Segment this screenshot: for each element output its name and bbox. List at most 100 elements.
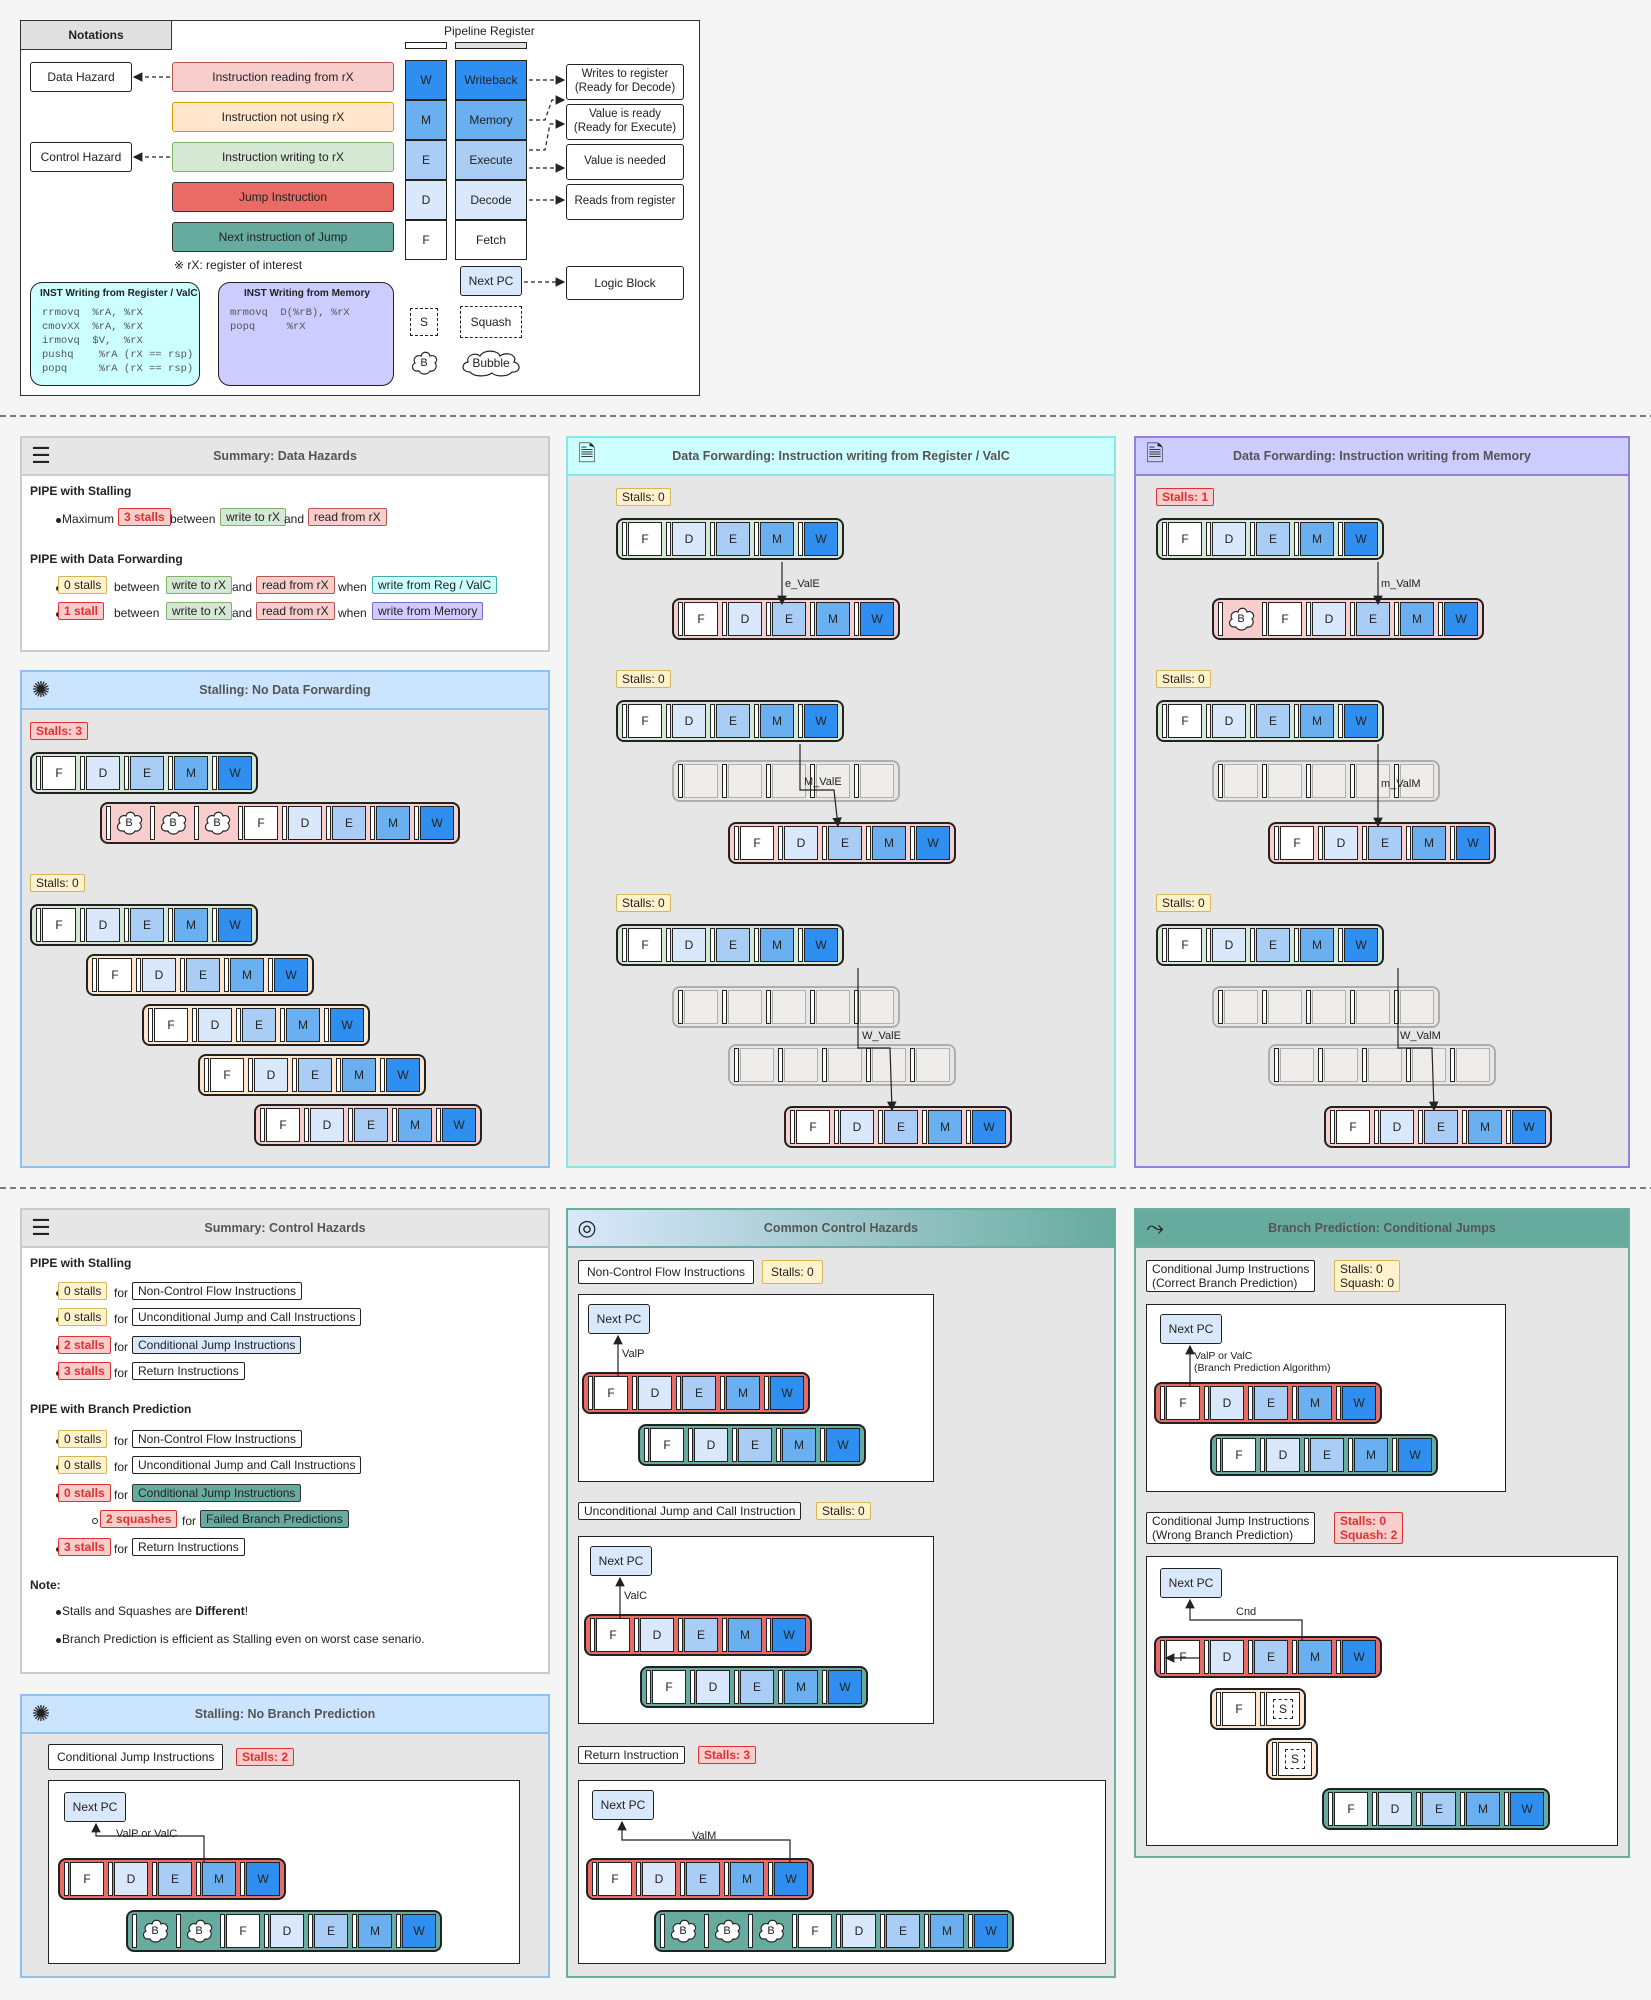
pipeline-register-bar bbox=[1304, 1438, 1309, 1472]
pipeline-register-bar bbox=[1218, 990, 1223, 1024]
stage-w-cell: W bbox=[916, 826, 950, 860]
stage-m-cell: M bbox=[784, 1670, 818, 1704]
spinner-icon: ✺ bbox=[31, 1701, 51, 1726]
stage-d-cell: D bbox=[1212, 522, 1246, 556]
pipeline-register-bar bbox=[1438, 602, 1443, 636]
pipeline-register-bar bbox=[734, 1670, 739, 1704]
blank-stage-cell bbox=[728, 990, 762, 1024]
stage-f-cell: F bbox=[226, 1914, 260, 1948]
pipeline-register-bar bbox=[822, 1670, 827, 1704]
stage-d-cell: D bbox=[1212, 928, 1246, 962]
pipeline-register-bar bbox=[622, 704, 627, 738]
blank-stage-cell bbox=[1412, 1048, 1446, 1082]
pipeline-register-bar bbox=[778, 826, 783, 860]
write-mem-tag: write from Memory bbox=[372, 602, 484, 620]
stage-e-cell: E bbox=[886, 1914, 920, 1948]
pipeline-register-bar bbox=[1162, 928, 1167, 962]
inst-register-code: rrmovq %rA, %rX cmovXX %rA, %rX irmovq $… bbox=[42, 307, 194, 375]
pipeline-register-bar bbox=[1348, 1438, 1353, 1472]
pipeline-register-bar bbox=[722, 764, 727, 798]
stage-w-cell: W bbox=[974, 1914, 1008, 1948]
instruction-label: Conditional Jump Instructions (Correct B… bbox=[1146, 1260, 1316, 1292]
pipeline-register-bar bbox=[688, 1428, 693, 1462]
blank-stage-cell bbox=[860, 990, 894, 1024]
panel-title: Common Control Hazards bbox=[763, 1221, 919, 1235]
stage-d-cell: D bbox=[694, 1428, 728, 1462]
pipeline-register-bar bbox=[766, 1618, 771, 1652]
arrow-label: ValP or ValC (Branch Prediction Algorith… bbox=[1194, 1350, 1331, 1374]
pipeline-register-bar bbox=[1292, 1640, 1297, 1674]
and-text: and bbox=[284, 512, 305, 526]
pipeline-register-bar bbox=[405, 42, 447, 49]
write-rx-tag: write to rX bbox=[166, 602, 233, 620]
pipeline-register-bar bbox=[710, 928, 715, 962]
pipeline-register-bar bbox=[168, 908, 173, 942]
pipeline-register-bar bbox=[370, 806, 375, 840]
between-text: between bbox=[114, 606, 160, 620]
stage-m-cell: M bbox=[202, 1862, 236, 1896]
instruction-label: Return Instruction bbox=[578, 1746, 685, 1764]
pipeline-register-bar bbox=[922, 1110, 927, 1144]
pipeline-register-bar bbox=[880, 1914, 885, 1948]
blank-stage-cell bbox=[1268, 990, 1302, 1024]
next-pc-box: Next PC bbox=[64, 1792, 126, 1822]
pipeline-register-bar bbox=[64, 1862, 69, 1896]
for-text: for bbox=[114, 1460, 129, 1474]
pipeline-register-bar bbox=[194, 806, 199, 840]
pipeline-register-bar bbox=[1294, 522, 1299, 556]
bubble-label: B bbox=[125, 817, 133, 829]
pipeline-register-bar bbox=[1336, 1640, 1341, 1674]
one-stall-tag: 1 stall bbox=[58, 602, 105, 620]
pipeline-register-bar bbox=[436, 1108, 441, 1142]
pipeline-register-bar bbox=[822, 826, 827, 860]
stage-f-cell: F bbox=[1268, 602, 1302, 636]
pipeline-register-bar bbox=[1392, 1438, 1397, 1472]
stage-d-cell: D bbox=[672, 522, 706, 556]
pipeline-register-bar bbox=[260, 1108, 265, 1142]
pipeline-register-bar bbox=[754, 704, 759, 738]
pipeline-register-bar bbox=[810, 990, 815, 1024]
pipeline-register-bar bbox=[836, 1914, 841, 1948]
panel-header: Summary: Data Hazards bbox=[22, 438, 548, 476]
stage-m-cell: M bbox=[782, 1428, 816, 1462]
bubble-stage: B bbox=[158, 808, 188, 838]
document-arrow-icon: 🗎 bbox=[1146, 441, 1164, 466]
for-text: for bbox=[114, 1366, 129, 1380]
stage-d-cell: D bbox=[784, 826, 818, 860]
next-pc-box: Next PC bbox=[590, 1546, 652, 1576]
pipeline-register-bar bbox=[1260, 1692, 1265, 1726]
stage-f-cell: F bbox=[1280, 826, 1314, 860]
pipeline-register-bar bbox=[676, 1376, 681, 1410]
stage-d-cell: D bbox=[114, 1862, 148, 1896]
pipeline-register-bar bbox=[792, 1914, 797, 1948]
pipeline-register-bar bbox=[336, 1058, 341, 1092]
stage-m-cell: M bbox=[342, 1058, 376, 1092]
squash-legend: Squash bbox=[460, 306, 522, 338]
stage-w-cell: W bbox=[774, 1862, 808, 1896]
panel-title: Stalling: No Data Forwarding bbox=[199, 683, 371, 697]
stage-f-cell: F bbox=[1336, 1110, 1370, 1144]
pipeline-register-bar bbox=[392, 1108, 397, 1142]
failed-prediction-tag: Failed Branch Predictions bbox=[200, 1510, 349, 1528]
stalling-heading: PIPE with Stalling bbox=[30, 1256, 132, 1270]
arrow-label: ValM bbox=[692, 1830, 717, 1842]
stage-f-cell: F bbox=[98, 958, 132, 992]
squash-stage-cell: S bbox=[1266, 1692, 1300, 1726]
when-text: when bbox=[338, 580, 367, 594]
stage-e-cell: E bbox=[298, 1058, 332, 1092]
stage-f-cell: F bbox=[1334, 1792, 1368, 1826]
pipeline-register-bar bbox=[268, 958, 273, 992]
pipeline-register-bar bbox=[1318, 1048, 1323, 1082]
blank-stage-cell bbox=[1400, 990, 1434, 1024]
logic-block-box: Logic Block bbox=[566, 266, 684, 300]
pipeline-register-bar bbox=[1218, 764, 1223, 798]
blank-stage-cell bbox=[1456, 1048, 1490, 1082]
stage-d-cell: D bbox=[254, 1058, 288, 1092]
stage-d-cell: D bbox=[696, 1670, 730, 1704]
bubble-stage: B bbox=[668, 1916, 698, 1946]
bubble-label: B bbox=[195, 1925, 203, 1937]
stage-e-cell: E bbox=[828, 826, 862, 860]
pipeline-register-bar bbox=[820, 1428, 825, 1462]
pipeline-register-bar bbox=[766, 602, 771, 636]
pipeline-register-bar bbox=[866, 1048, 871, 1082]
